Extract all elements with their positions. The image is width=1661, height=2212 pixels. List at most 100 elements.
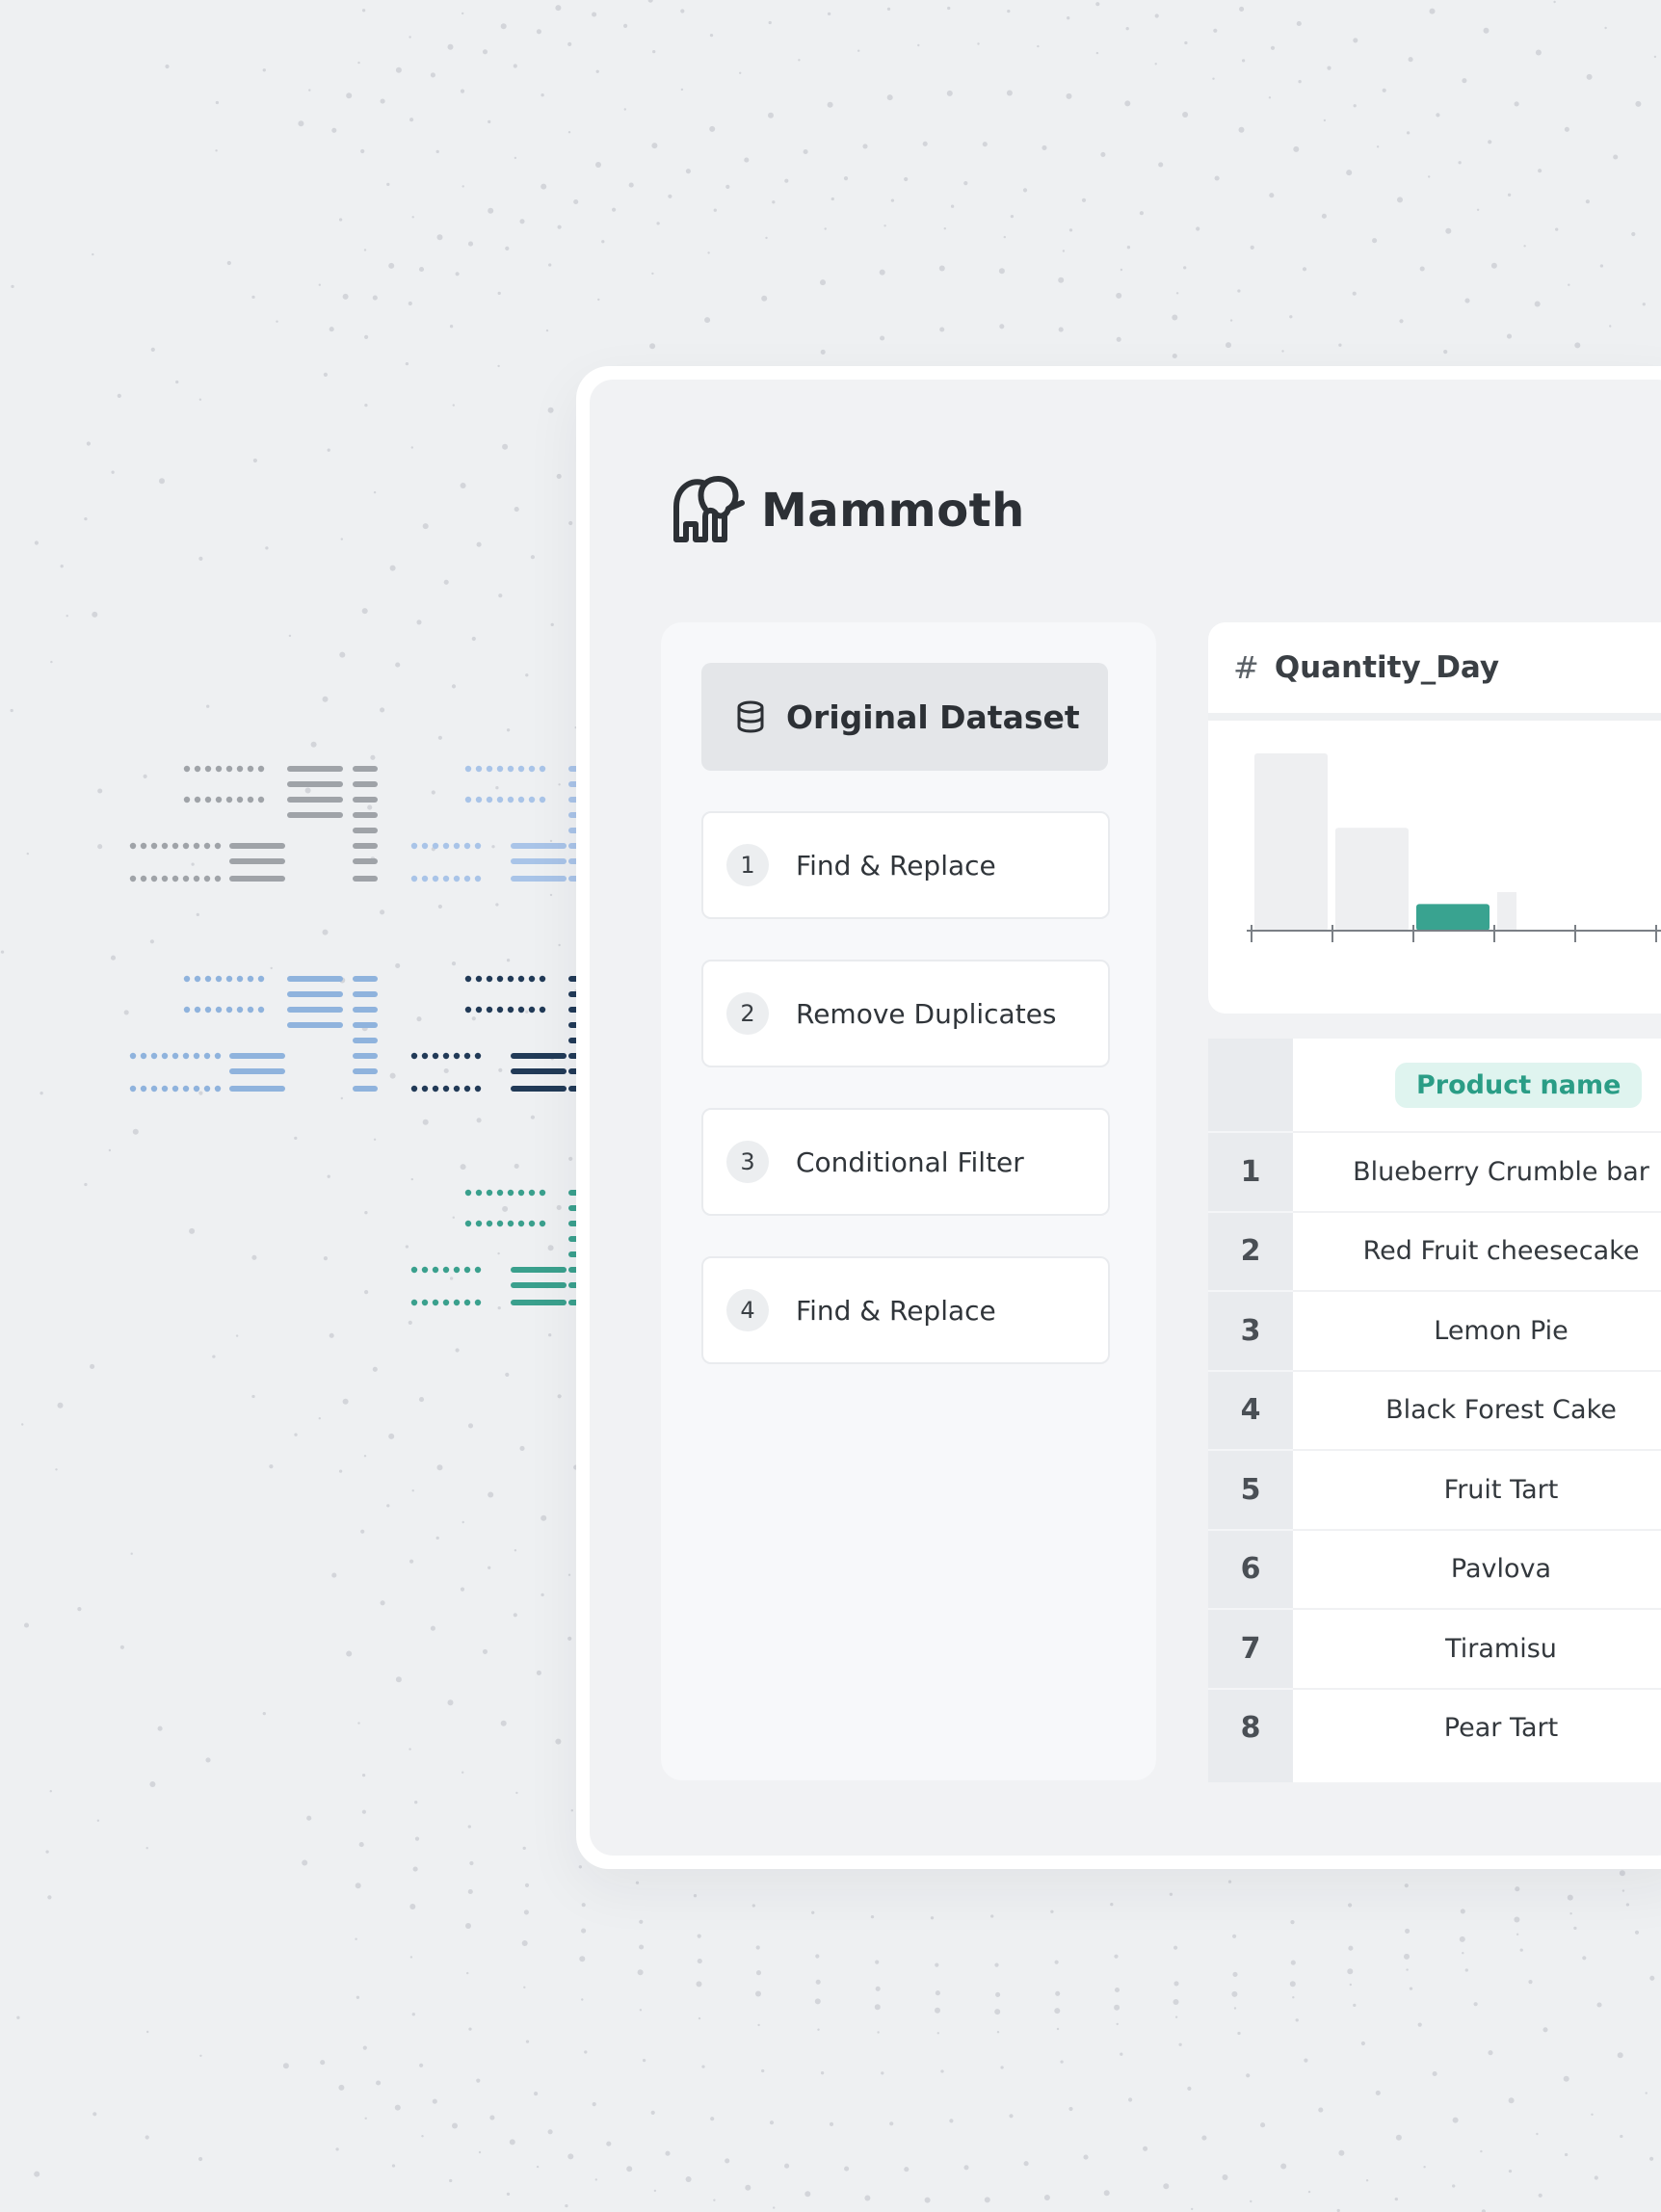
flow-dot <box>539 796 546 803</box>
flow-dot <box>528 1006 536 1014</box>
flow-dot <box>442 1052 450 1060</box>
flow-bar <box>353 1022 378 1028</box>
flow-dot <box>475 1189 483 1197</box>
flow-dot <box>214 842 222 850</box>
flow-bar <box>511 1086 567 1092</box>
column-name: Quantity_Day <box>1274 650 1500 685</box>
flow-dot <box>475 1220 483 1227</box>
pipeline-step-3[interactable]: 3 Conditional Filter <box>701 1108 1110 1216</box>
flow-dot <box>464 796 472 803</box>
flow-dot <box>193 875 200 882</box>
pipeline-step-4[interactable]: 4 Find & Replace <box>701 1256 1110 1364</box>
table-row[interactable]: 3 Lemon Pie <box>1208 1290 1661 1369</box>
flow-dot <box>215 1006 223 1014</box>
histogram-bar[interactable] <box>1254 753 1328 931</box>
flow-dot <box>161 842 169 850</box>
table-row[interactable]: 2 Red Fruit cheesecake <box>1208 1210 1661 1290</box>
flow-dot <box>507 1189 514 1197</box>
column-summary-header[interactable]: # Quantity_Day <box>1208 622 1661 721</box>
histogram-bar-partial[interactable] <box>1497 892 1516 931</box>
flow-bar <box>287 1007 343 1013</box>
flow-bar <box>353 1038 378 1043</box>
flow-bar <box>511 1282 567 1288</box>
product-name-cell: Pear Tart <box>1293 1690 1661 1767</box>
original-dataset-label: Original Dataset <box>786 698 1080 736</box>
flow-bar <box>229 1086 285 1092</box>
table-row[interactable]: 6 Pavlova <box>1208 1528 1661 1608</box>
flow-bar <box>353 781 378 787</box>
flow-dot <box>517 796 525 803</box>
flow-dot <box>171 1085 179 1093</box>
column-header[interactable]: Product name <box>1293 1039 1661 1131</box>
flow-dot <box>225 975 233 983</box>
flow-dot <box>475 1006 483 1014</box>
flow-dot <box>194 796 201 803</box>
data-table: Product name 1 Blueberry Crumble bar 2 Red … <box>1208 1039 1661 1782</box>
flow-dot <box>463 842 471 850</box>
flow-dot <box>442 842 450 850</box>
flow-dot <box>507 975 514 983</box>
flow-dot <box>140 1052 147 1060</box>
histogram-bar[interactable] <box>1416 904 1490 931</box>
original-dataset-button[interactable]: Original Dataset <box>701 663 1108 771</box>
product-name-text: Pear Tart <box>1443 1713 1559 1743</box>
product-name-text: Pavlova <box>1450 1554 1552 1584</box>
flow-dot <box>474 1266 482 1274</box>
flow-dot <box>257 1006 265 1014</box>
flow-dot <box>182 875 190 882</box>
flow-dot <box>486 1006 493 1014</box>
pipeline-step-1[interactable]: 1 Find & Replace <box>701 811 1110 919</box>
product-name-cell: Lemon Pie <box>1293 1292 1661 1369</box>
flow-dot <box>150 875 158 882</box>
flow-dot <box>528 1189 536 1197</box>
flow-dot <box>421 1052 429 1060</box>
flow-bar <box>287 991 343 997</box>
flow-dot <box>214 1085 222 1093</box>
table-row[interactable]: 4 Black Forest Cake <box>1208 1369 1661 1449</box>
flow-dot <box>203 1052 211 1060</box>
flow-dot <box>215 796 223 803</box>
histogram-bar[interactable] <box>1335 828 1409 931</box>
mammoth-logo-icon <box>673 476 745 542</box>
pipeline-step-2[interactable]: 2 Remove Duplicates <box>701 960 1110 1067</box>
row-index: 4 <box>1208 1369 1293 1449</box>
flow-dot <box>410 1085 418 1093</box>
table-row[interactable]: 5 Fruit Tart <box>1208 1449 1661 1528</box>
flow-dot <box>225 796 233 803</box>
flow-bar <box>287 1022 343 1028</box>
flow-dot <box>204 975 212 983</box>
flow-bar <box>287 766 343 772</box>
flow-dot <box>475 796 483 803</box>
flow-dot <box>225 765 233 773</box>
flow-bar <box>353 843 378 849</box>
flow-bar <box>511 1267 567 1273</box>
flow-dot <box>517 975 525 983</box>
flow-dot <box>203 842 211 850</box>
table-row[interactable]: 8 Pear Tart <box>1208 1687 1661 1767</box>
brand-name: Mammoth <box>761 484 1025 538</box>
flow-dot <box>517 1220 525 1227</box>
flow-dot <box>257 796 265 803</box>
flow-dot <box>203 875 211 882</box>
table-row[interactable]: 1 Blueberry Crumble bar <box>1208 1131 1661 1210</box>
app-window: Mammoth Original Dataset 1 Find & Replac… <box>576 366 1661 1869</box>
step-label: Find & Replace <box>796 1294 996 1327</box>
flow-dot <box>140 842 147 850</box>
table-row[interactable]: 7 Tiramisu <box>1208 1608 1661 1687</box>
flow-dot <box>410 1052 418 1060</box>
flow-dot <box>474 875 482 882</box>
flow-dot <box>236 765 244 773</box>
flow-dot <box>182 1052 190 1060</box>
flow-dot <box>421 842 429 850</box>
histogram-chart <box>1247 753 1661 942</box>
flow-dot <box>539 1006 546 1014</box>
flow-dot <box>421 1299 429 1306</box>
flow-dot <box>539 1220 546 1227</box>
row-index: 2 <box>1208 1210 1293 1290</box>
flow-bar <box>229 1068 285 1074</box>
flow-dot <box>193 1052 200 1060</box>
flow-bar <box>287 812 343 818</box>
product-name-text: Tiramisu <box>1445 1633 1557 1664</box>
flow-dot <box>194 1006 201 1014</box>
flow-dot <box>140 875 147 882</box>
